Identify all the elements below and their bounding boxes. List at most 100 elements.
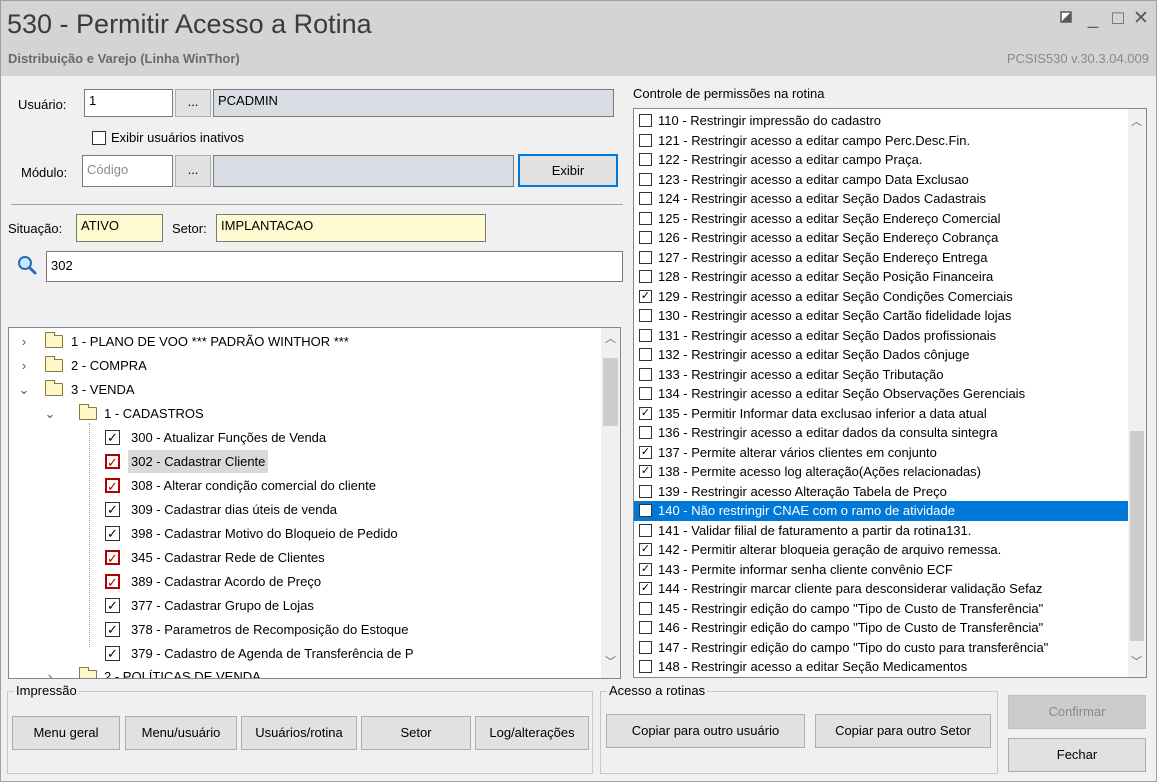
- permission-checkbox[interactable]: ✓: [639, 543, 652, 556]
- search-input[interactable]: 302: [46, 251, 623, 282]
- chevron-right-icon[interactable]: ›: [17, 354, 31, 377]
- permission-row[interactable]: 132 - Restringir acesso a editar Seção D…: [634, 345, 1128, 365]
- situacao-field[interactable]: ATIVO: [76, 214, 163, 242]
- tree-checkbox[interactable]: ✓: [105, 526, 120, 541]
- tree-checkbox[interactable]: ✓: [105, 574, 120, 589]
- permission-row[interactable]: 130 - Restringir acesso a editar Seção C…: [634, 306, 1128, 326]
- menu-geral-button[interactable]: Menu geral: [12, 716, 120, 750]
- chevron-right-icon[interactable]: ›: [43, 665, 57, 678]
- permission-checkbox[interactable]: ✓: [639, 562, 652, 576]
- permission-checkbox[interactable]: [639, 621, 652, 634]
- permission-checkbox[interactable]: [639, 231, 652, 244]
- permission-row[interactable]: 134 - Restringir acesso a editar Seção O…: [634, 384, 1128, 404]
- tree-checkbox[interactable]: ✓: [105, 550, 120, 565]
- permission-row[interactable]: ✓ 144 - Restringir marcar cliente para de…: [634, 579, 1128, 599]
- permission-checkbox[interactable]: [639, 348, 652, 361]
- permission-row[interactable]: 128 - Restringir acesso a editar Seção P…: [634, 267, 1128, 287]
- permission-checkbox[interactable]: [639, 153, 652, 166]
- tree-leaf[interactable]: ✓ 377 - Cadastrar Grupo de Lojas: [9, 594, 599, 617]
- permission-row[interactable]: 147 - Restringir edição do campo "Tipo d…: [634, 638, 1128, 658]
- permission-row[interactable]: 122 - Restringir acesso a editar campo P…: [634, 150, 1128, 170]
- tree-node[interactable]: ⌄ 1 - CADASTROS: [9, 402, 599, 425]
- permission-row[interactable]: 133 - Restringir acesso a editar Seção T…: [634, 365, 1128, 385]
- tree-checkbox[interactable]: ✓: [105, 478, 120, 493]
- usuario-code-input[interactable]: 1: [84, 89, 173, 117]
- tree-node[interactable]: › 2 - COMPRA: [9, 354, 599, 377]
- modulo-lookup-button[interactable]: ...: [175, 155, 211, 187]
- permission-checkbox[interactable]: [639, 426, 652, 439]
- permission-checkbox[interactable]: [639, 328, 652, 342]
- chevron-down-icon[interactable]: ⌄: [17, 378, 31, 401]
- permission-checkbox[interactable]: [639, 367, 652, 381]
- permission-checkbox[interactable]: [639, 250, 652, 264]
- permission-checkbox[interactable]: ✓: [639, 289, 652, 303]
- permissions-scroll-thumb[interactable]: [1130, 431, 1144, 641]
- chevron-down-icon[interactable]: ⌄: [43, 402, 57, 425]
- permissions-list[interactable]: 110 - Restringir impressão do cadastro 12…: [633, 108, 1147, 678]
- permissions-scrollbar[interactable]: ︿ ﹀: [1128, 109, 1146, 677]
- permission-checkbox[interactable]: [639, 484, 652, 498]
- fechar-button[interactable]: Fechar: [1008, 738, 1146, 772]
- scroll-up-icon[interactable]: ︿: [1128, 114, 1145, 131]
- copy-to-user-button[interactable]: Copiar para outro usuário: [606, 714, 805, 748]
- permission-row[interactable]: 125 - Restringir acesso a editar Seção E…: [634, 209, 1128, 229]
- log-alteracoes-button[interactable]: Log/alterações: [475, 716, 589, 750]
- permission-checkbox[interactable]: [639, 270, 652, 283]
- tree-scroll-thumb[interactable]: [603, 358, 618, 426]
- tree-checkbox[interactable]: ✓: [105, 646, 120, 661]
- chevron-right-icon[interactable]: ›: [17, 330, 31, 353]
- permission-checkbox[interactable]: ✓: [639, 465, 652, 478]
- permission-row[interactable]: 139 - Restringir acesso Alteração Tabela…: [634, 482, 1128, 502]
- usuario-lookup-button[interactable]: ...: [175, 89, 211, 117]
- tree-leaf[interactable]: ✓ 379 - Cadastro de Agenda de Transferên…: [9, 642, 599, 665]
- permission-row[interactable]: 110 - Restringir impressão do cadastro: [634, 111, 1128, 131]
- tree-node[interactable]: › 2 - POLÍTICAS DE VENDA: [9, 665, 599, 678]
- permission-checkbox[interactable]: ✓: [639, 406, 652, 420]
- permission-row[interactable]: ✓ 135 - Permitir Informar data exclusao i…: [634, 404, 1128, 424]
- tree-checkbox[interactable]: ✓: [105, 454, 120, 469]
- permission-checkbox[interactable]: [639, 133, 652, 147]
- permission-row[interactable]: 146 - Restringir edição do campo "Tipo d…: [634, 618, 1128, 638]
- permission-row[interactable]: ✓ 129 - Restringir acesso a editar Seção …: [634, 287, 1128, 307]
- close-icon[interactable]: ✕: [1131, 9, 1151, 29]
- permission-checkbox[interactable]: [639, 114, 652, 127]
- permission-checkbox[interactable]: [639, 504, 652, 517]
- tree-checkbox[interactable]: ✓: [105, 622, 120, 637]
- permission-checkbox[interactable]: [639, 309, 652, 322]
- setor-button[interactable]: Setor: [361, 716, 471, 750]
- tree-leaf[interactable]: ✓ 300 - Atualizar Funções de Venda: [9, 426, 599, 449]
- permission-row[interactable]: ✓ 142 - Permitir alterar bloqueia geração…: [634, 540, 1128, 560]
- permission-row[interactable]: ✓ 137 - Permite alterar vários clientes e…: [634, 443, 1128, 463]
- setor-field[interactable]: IMPLANTACAO: [216, 214, 486, 242]
- modulo-code-input[interactable]: Código: [82, 155, 173, 187]
- permission-checkbox[interactable]: [639, 660, 652, 673]
- usuarios-rotina-button[interactable]: Usuários/rotina: [241, 716, 357, 750]
- permission-row-selected[interactable]: 140 - Não restringir CNAE com o ramo de …: [634, 501, 1128, 521]
- permission-checkbox[interactable]: [639, 211, 652, 225]
- permission-checkbox[interactable]: ✓: [639, 445, 652, 459]
- scroll-down-icon[interactable]: ﹀: [1128, 654, 1145, 671]
- inactive-users-checkbox[interactable]: [92, 131, 106, 145]
- permission-checkbox[interactable]: [639, 640, 652, 654]
- tree-scrollbar[interactable]: ︿ ﹀: [601, 328, 620, 678]
- permission-checkbox[interactable]: [639, 601, 652, 615]
- permission-row[interactable]: 127 - Restringir acesso a editar Seção E…: [634, 248, 1128, 268]
- tree-checkbox[interactable]: ✓: [105, 598, 120, 613]
- tree-leaf[interactable]: ✓ 398 - Cadastrar Motivo do Bloqueio de …: [9, 522, 599, 545]
- exibir-button[interactable]: Exibir: [518, 154, 618, 187]
- permission-row[interactable]: 126 - Restringir acesso a editar Seção E…: [634, 228, 1128, 248]
- tree-checkbox[interactable]: ✓: [105, 502, 120, 517]
- tree-leaf[interactable]: ✓ 389 - Cadastrar Acordo de Preço: [9, 570, 599, 593]
- permission-checkbox[interactable]: [639, 192, 652, 205]
- minimize-icon[interactable]: _: [1083, 9, 1103, 29]
- permission-row[interactable]: ✓ 143 - Permite informar senha cliente co…: [634, 560, 1128, 580]
- permission-checkbox[interactable]: [639, 523, 652, 537]
- permission-row[interactable]: 136 - Restringir acesso a editar dados d…: [634, 423, 1128, 443]
- tree-node[interactable]: › 1 - PLANO DE VOO *** PADRÃO WINTHOR **…: [9, 330, 599, 353]
- scroll-down-icon[interactable]: ﹀: [602, 654, 619, 671]
- permission-row[interactable]: 141 - Validar filial de faturamento a pa…: [634, 521, 1128, 541]
- maximize-icon[interactable]: □: [1108, 9, 1128, 29]
- permission-row[interactable]: 124 - Restringir acesso a editar Seção D…: [634, 189, 1128, 209]
- copy-to-sector-button[interactable]: Copiar para outro Setor: [815, 714, 991, 748]
- permission-row[interactable]: 131 - Restringir acesso a editar Seção D…: [634, 326, 1128, 346]
